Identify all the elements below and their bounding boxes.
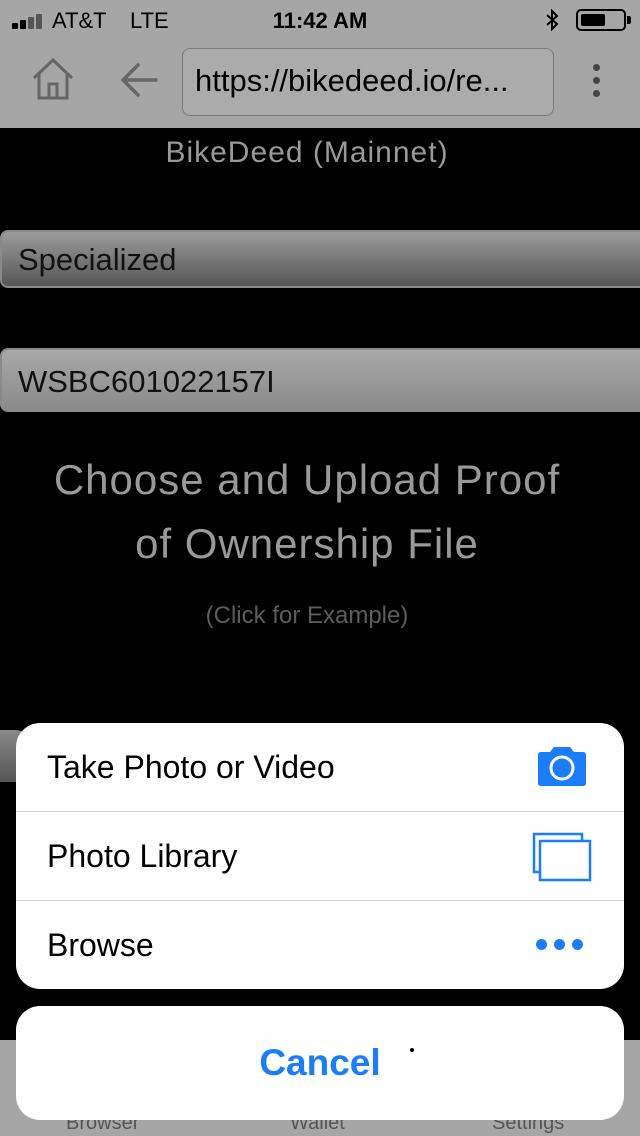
photo-library-option[interactable]: Photo Library bbox=[16, 812, 624, 901]
file-source-action-sheet: Take Photo or Video Photo Library Browse bbox=[16, 723, 624, 989]
photo-library-label: Photo Library bbox=[47, 838, 238, 874]
browse-option[interactable]: Browse bbox=[16, 901, 624, 989]
touch-indicator bbox=[410, 1048, 414, 1052]
more-icon bbox=[536, 939, 584, 951]
take-photo-option[interactable]: Take Photo or Video bbox=[16, 723, 624, 812]
browse-label: Browse bbox=[47, 927, 154, 963]
cancel-button[interactable]: Cancel bbox=[16, 1006, 624, 1120]
take-photo-label: Take Photo or Video bbox=[47, 749, 335, 785]
cancel-label: Cancel bbox=[259, 1042, 381, 1083]
photo-library-icon bbox=[532, 832, 592, 882]
camera-icon bbox=[538, 747, 586, 786]
